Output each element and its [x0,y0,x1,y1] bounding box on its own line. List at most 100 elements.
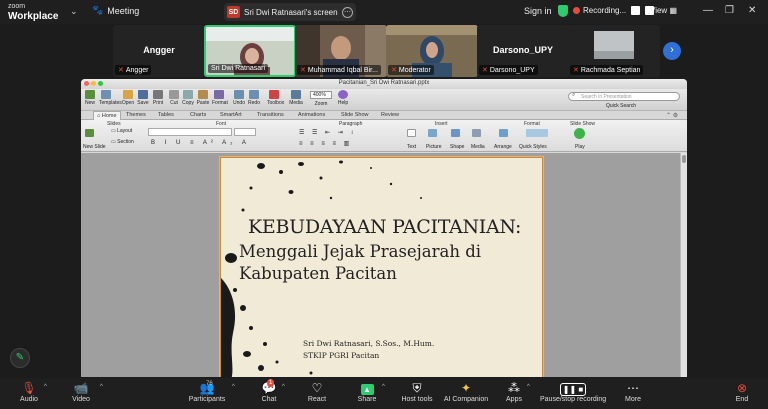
scrollbar-thumb[interactable] [682,155,686,163]
tb-help-button[interactable]: Help [336,90,350,106]
more-options-icon[interactable]: ⋯ [342,6,353,18]
pause-stop-recording-button[interactable]: ❚❚ ■ Pause/stop recording [540,381,606,403]
tab-home[interactable]: ⌂ Home [93,111,121,120]
share-label: Share [357,396,377,403]
text-box-icon[interactable] [407,129,416,137]
video-tile[interactable]: Angger ✕ Angger [113,25,205,77]
tb-redo-button[interactable]: Redo [247,90,261,106]
tab-smartart[interactable]: SmartArt [217,111,245,120]
minimize-icon[interactable]: — [703,5,713,16]
video-tile[interactable]: ✕ Rachmada Septian [568,25,660,77]
chat-button[interactable]: 💬 1 Chat [258,379,280,403]
slide-title-line1: KEBUDAYAAN PACITANIAN: [248,216,522,238]
participants-label: Participants [188,396,226,403]
audio-button[interactable]: 🎙 Audio [16,381,42,403]
host-tools-button[interactable]: ⛨ Host tools [400,381,434,403]
tab-animations[interactable]: Animations [295,111,328,120]
layout-button[interactable]: ▭ Layout [111,128,132,134]
new-slide-label[interactable]: New Slide [83,144,106,150]
close-icon[interactable]: ✕ [748,5,756,16]
restore-icon[interactable]: ❐ [725,5,734,16]
shared-screen-indicator[interactable]: SD Sri Dwi Ratnasari's screen ⋯ [224,3,356,21]
next-page-button[interactable]: › [663,42,681,60]
ai-companion-button[interactable]: ✦ AI Companion [442,381,490,403]
arrange-icon[interactable] [499,129,508,137]
video-tile-active-speaker[interactable]: Sri Dwi Ratnasari [204,25,296,77]
view-button[interactable]: View ▦ [650,6,677,15]
end-button[interactable]: ⊗ End [731,381,753,403]
video-tile[interactable]: ✕ Moderator [386,25,478,77]
paragraph-align-buttons[interactable]: ≡ ≡ ≡ ≡ ▥ [299,140,352,147]
participants-button[interactable]: 👥 76 Participants [188,381,226,403]
share-button[interactable]: ▲ Share [354,381,380,403]
media-label[interactable]: Media [471,144,485,150]
tab-slide-show[interactable]: Slide Show [338,111,372,120]
more-button[interactable]: ⋯ More [622,381,644,403]
search-placeholder: Search in Presentation [581,94,632,100]
media-icon[interactable] [472,129,481,137]
paragraph-list-buttons[interactable]: ☰ ☰ ⇤ ⇥ ↕ [299,129,356,136]
font-format-buttons[interactable]: B I U ≡ A² A₂ A [151,140,250,146]
video-options-caret-icon[interactable]: ^ [100,384,103,390]
tb-format-button[interactable]: Format [212,90,228,106]
apps-caret-icon[interactable]: ^ [527,384,530,390]
react-button[interactable]: ♡ React [305,381,329,403]
tb-media-button[interactable]: Media [289,90,303,106]
tab-transitions[interactable]: Transitions [254,111,287,120]
tb-new-button[interactable]: New [83,90,97,106]
ribbon-options-icon[interactable]: ⌃ ⚙ [666,112,678,119]
tb-templates-button[interactable]: Templates [99,90,122,106]
zoom-select[interactable]: 400% [310,91,332,99]
shape-icon[interactable] [451,129,460,137]
participant-label: ✕ Darsono_UPY [479,65,538,75]
tb-cut-button[interactable]: Cut [167,90,181,106]
tab-charts[interactable]: Charts [187,111,209,120]
chat-caret-icon[interactable]: ^ [282,384,285,390]
tb-save-button[interactable]: Save [136,90,150,106]
chevron-down-icon[interactable]: ⌄ [70,6,78,17]
shape-label[interactable]: Shape [450,144,464,150]
search-input[interactable]: Search in Presentation [568,92,680,101]
slide-author: Sri Dwi Ratnasari, S.Sos., M.Hum. [303,339,435,348]
tb-copy-button[interactable]: Copy [181,90,195,106]
section-label: Section [117,139,134,145]
end-call-icon: ⊗ [736,381,748,395]
audio-options-caret-icon[interactable]: ^ [44,384,47,390]
tb-paste-button[interactable]: Paste [196,90,210,106]
tb-undo-button[interactable]: Undo [232,90,246,106]
annotate-pen-icon[interactable]: ✎ [10,348,30,368]
arrange-label[interactable]: Arrange [494,144,512,150]
vertical-scrollbar[interactable] [680,153,687,377]
pause-recording-icon[interactable] [631,6,641,15]
tab-tables[interactable]: Tables [155,111,177,120]
tb-print-button[interactable]: Print [151,90,165,106]
tab-themes[interactable]: Themes [123,111,149,120]
video-button[interactable]: 📹 Video [68,381,94,403]
participants-caret-icon[interactable]: ^ [232,384,235,390]
search-icon: ⌕ [572,92,576,98]
slide-title-line2: Menggali Jejak Prasejarah di [239,242,482,261]
play-icon[interactable] [574,128,585,139]
text-label[interactable]: Text [407,144,416,150]
tab-review[interactable]: Review [378,111,402,120]
quick-styles-icon[interactable] [526,129,548,137]
group-paragraph-label: Paragraph [339,121,363,127]
font-size-select[interactable] [234,128,256,136]
font-name-select[interactable] [148,128,232,136]
section-button[interactable]: ▭ Section [111,139,134,145]
share-caret-icon[interactable]: ^ [382,384,385,390]
play-label[interactable]: Play [575,144,585,150]
current-slide[interactable]: KEBUDAYAAN PACITANIAN: Menggali Jejak Pr… [220,157,543,377]
tb-open-button[interactable]: Open [121,90,135,106]
security-shield-icon[interactable] [558,5,568,17]
video-tile[interactable]: ✕ Muhammad Iqbal Bir... [295,25,387,77]
picture-label[interactable]: Picture [426,144,442,150]
new-slide-icon[interactable] [85,129,94,137]
sign-in-button[interactable]: Sign in [524,6,552,16]
apps-button[interactable]: ⁂ Apps [503,381,525,403]
picture-icon[interactable] [428,129,437,137]
meeting-button[interactable]: 🐾 Meeting [92,5,139,16]
video-tile[interactable]: Darsono_UPY ✕ Darsono_UPY [477,25,569,77]
quick-styles-label[interactable]: Quick Styles [519,144,547,150]
tb-toolbox-button[interactable]: Toolbox [267,90,284,106]
